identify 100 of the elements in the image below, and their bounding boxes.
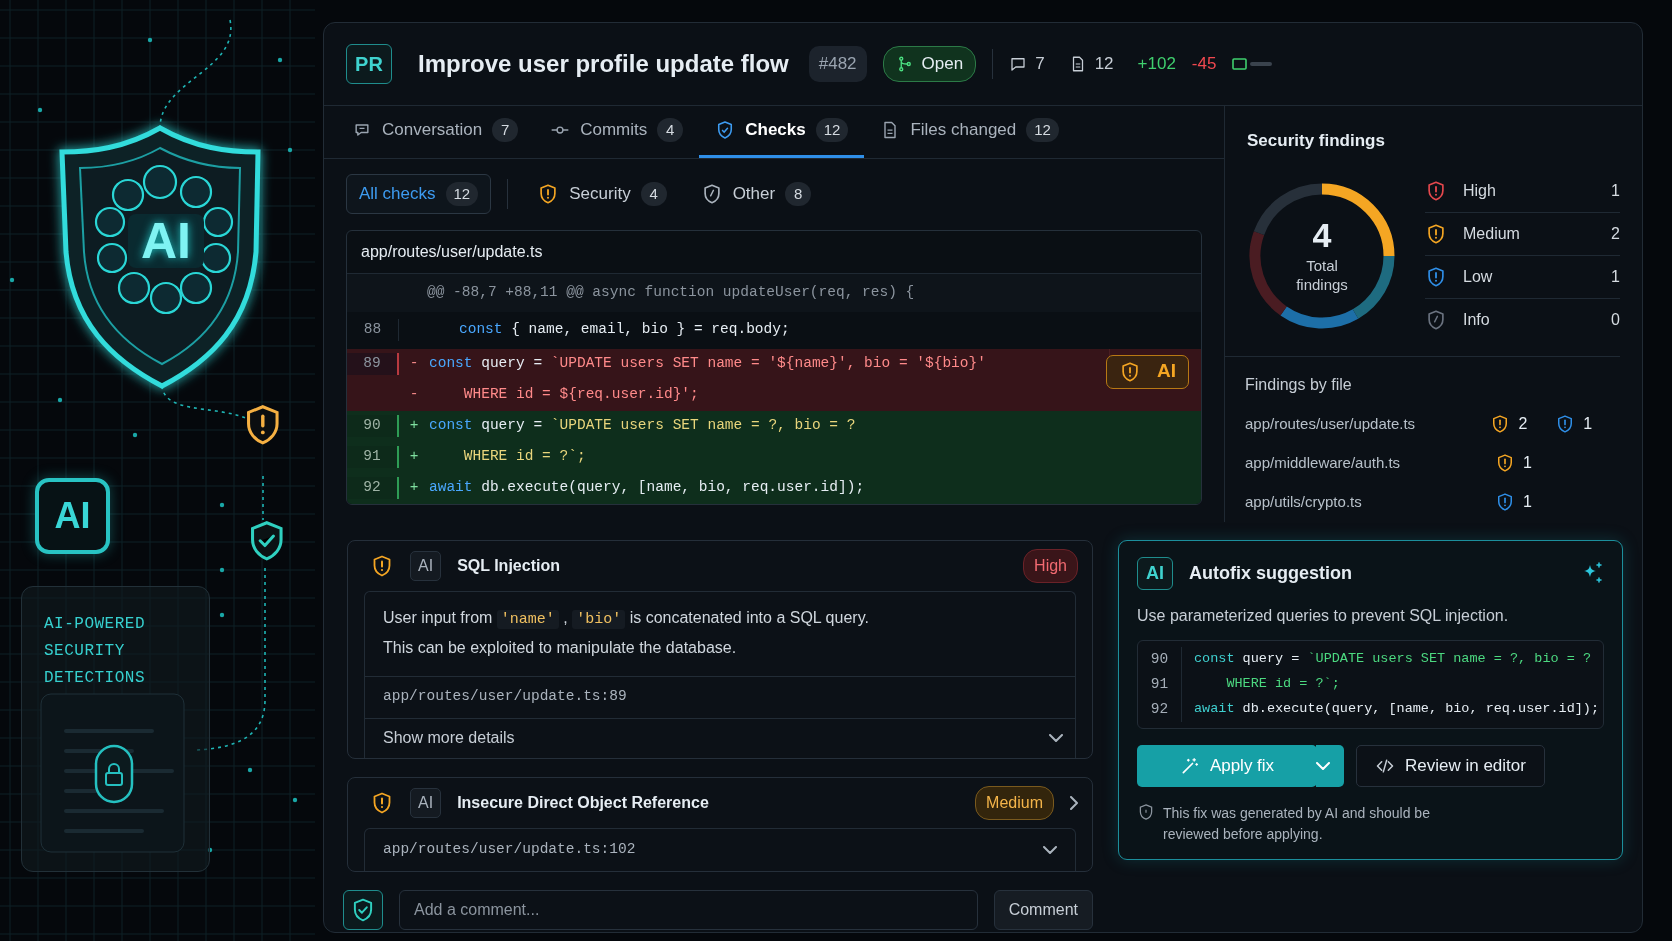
code-line: WHERE id = ?`;: [1225, 674, 1340, 693]
ai-flag[interactable]: AI: [1106, 354, 1189, 389]
tab[interactable]: Conversation 7: [336, 105, 535, 158]
total-count: 4: [1312, 217, 1332, 252]
check-shield-icon: [251, 521, 283, 561]
severity-label: High: [1463, 180, 1497, 201]
line-number: 88: [347, 319, 399, 341]
tab-label: Checks: [745, 119, 806, 142]
description-text: This can be exploited to manipulate the database.: [383, 637, 738, 658]
ai-flag-label: AI: [1157, 359, 1176, 384]
shield-button[interactable]: [343, 889, 383, 930]
hunk-header: @@ -88,7 +88,11 @@ async function updateUser(req, res) {: [426, 282, 915, 302]
total-label: Total findings: [1295, 255, 1349, 294]
comment-button[interactable]: Comment: [993, 889, 1093, 930]
line-number: 90: [347, 415, 399, 437]
warning-shield-icon: [247, 405, 279, 445]
diff-stat-drawing: [1232, 57, 1274, 71]
comment-field[interactable]: Add a comment...: [399, 889, 978, 930]
severity-pill: High: [1023, 548, 1078, 583]
diff-sign: -: [408, 385, 420, 405]
tab-count: 12: [1026, 118, 1059, 142]
line-number: 90: [1138, 646, 1182, 672]
file-path: app/middleware/auth.ts: [1245, 452, 1402, 473]
code-line: WHERE id = ?`;: [462, 447, 586, 467]
pr-number: #482: [808, 46, 867, 82]
filter-tab[interactable]: All checks 12: [346, 174, 492, 214]
filter-label: All checks: [359, 183, 436, 205]
file-path: app/routes/user/update.ts: [347, 230, 1201, 274]
caret-icon: [1316, 762, 1330, 771]
filter-count: 8: [785, 181, 812, 206]
chevron-down-icon: [1043, 845, 1057, 854]
severity-label: Info: [1463, 310, 1491, 330]
finding-count: 1: [1523, 453, 1532, 473]
code-line: const query = `UPDATE users SET name = ?, bio = ?: [1193, 649, 1591, 668]
diff-sign: -: [408, 354, 420, 374]
severity-count: 1: [1611, 180, 1620, 201]
finding-count: 1: [1523, 492, 1532, 512]
review-button[interactable]: Review in editor: [1356, 744, 1545, 787]
tab-label: Commits: [580, 119, 648, 142]
pr-title: Improve user profile update flow: [418, 49, 789, 79]
tab[interactable]: Checks 12: [699, 105, 865, 158]
severity-label: Low: [1463, 266, 1494, 287]
line-number: 92: [1138, 696, 1182, 722]
warning-shield-icon: [1119, 360, 1141, 383]
diff-sign: +: [408, 416, 420, 436]
filter-label: Other: [732, 183, 776, 205]
tab[interactable]: Files changed 12: [864, 105, 1075, 158]
comment-icon: [1009, 55, 1028, 73]
file-path: app/routes/user/update.ts: [1245, 413, 1417, 434]
ai-tag: AI: [410, 550, 442, 581]
tab-count: 4: [657, 118, 684, 142]
code-line: const { name, email, bio } = req.body;: [458, 320, 790, 340]
file-path: app/utils/crypto.ts: [1245, 491, 1363, 512]
ai-tag: AI: [1137, 556, 1173, 590]
file-location: app/routes/user/update.ts:102: [383, 839, 636, 859]
file-count: 12: [1094, 53, 1114, 76]
severity-label: Medium: [1463, 223, 1521, 244]
logo-text: AI: [128, 214, 204, 268]
finding-count: 1: [1583, 414, 1593, 434]
code-line: WHERE id = ${req.user.id}';: [462, 385, 699, 405]
line-number: 92: [347, 477, 399, 499]
filter-label: Security: [569, 183, 631, 205]
tab-count: 7: [492, 118, 519, 142]
deletions-count: -45: [1191, 53, 1217, 76]
severity-count: 0: [1611, 310, 1620, 330]
status-text: Open: [921, 53, 964, 76]
tab-count: 12: [815, 118, 849, 142]
finding-title: SQL Injection: [457, 555, 561, 576]
line-number: 89: [347, 353, 399, 375]
caption-text: AI-POWERED SECURITY DETECTIONS: [44, 614, 146, 689]
filter-count: 4: [640, 181, 667, 206]
tab-label: Files changed: [910, 119, 1017, 142]
description-text: Use parameterized queries to prevent SQL injection.: [1137, 605, 1510, 626]
finding-count: 2: [1518, 414, 1528, 434]
tab-label: Conversation: [382, 119, 483, 142]
filter-tab[interactable]: Security 4: [524, 174, 680, 214]
severity-pill: Medium: [975, 785, 1054, 820]
ai-tag: AI: [410, 787, 442, 818]
filter-tab[interactable]: Other 8: [687, 174, 825, 214]
line-number: 91: [1138, 671, 1182, 697]
code-line: await db.execute(query, [name, bio, req.user.id]);: [1193, 699, 1600, 718]
shield-icon: [1137, 802, 1155, 821]
section-title: Findings by file: [1245, 374, 1353, 395]
card-title: Autofix suggestion: [1189, 561, 1353, 585]
code-line: const query = `UPDATE users SET name = ?, bio = ?: [429, 416, 856, 436]
code-line: await db.execute(query, [name, bio, req.user.id]);: [429, 478, 865, 498]
panel-title: Security findings: [1246, 130, 1386, 152]
dropdown-button[interactable]: [1316, 744, 1344, 787]
disclaimer-text: This fix was generated by AI and should be reviewed before applying.: [1163, 803, 1431, 844]
ai-logo-tile: AI: [35, 478, 110, 554]
diff-sign: +: [408, 478, 420, 498]
line-number: 91: [347, 446, 399, 468]
file-location: app/routes/user/update.ts:89: [383, 687, 627, 707]
details-toggle[interactable]: Show more details: [365, 717, 1075, 758]
chevron-down-icon: [1049, 734, 1063, 742]
filter-count: 12: [445, 181, 479, 206]
tab[interactable]: Commits 4: [534, 105, 700, 158]
severity-count: 1: [1611, 266, 1620, 287]
code-line: const query = `UPDATE users SET name = '${name}', bio = '${bio}': [429, 354, 986, 374]
finding-title: Insecure Direct Object Reference: [457, 792, 710, 813]
